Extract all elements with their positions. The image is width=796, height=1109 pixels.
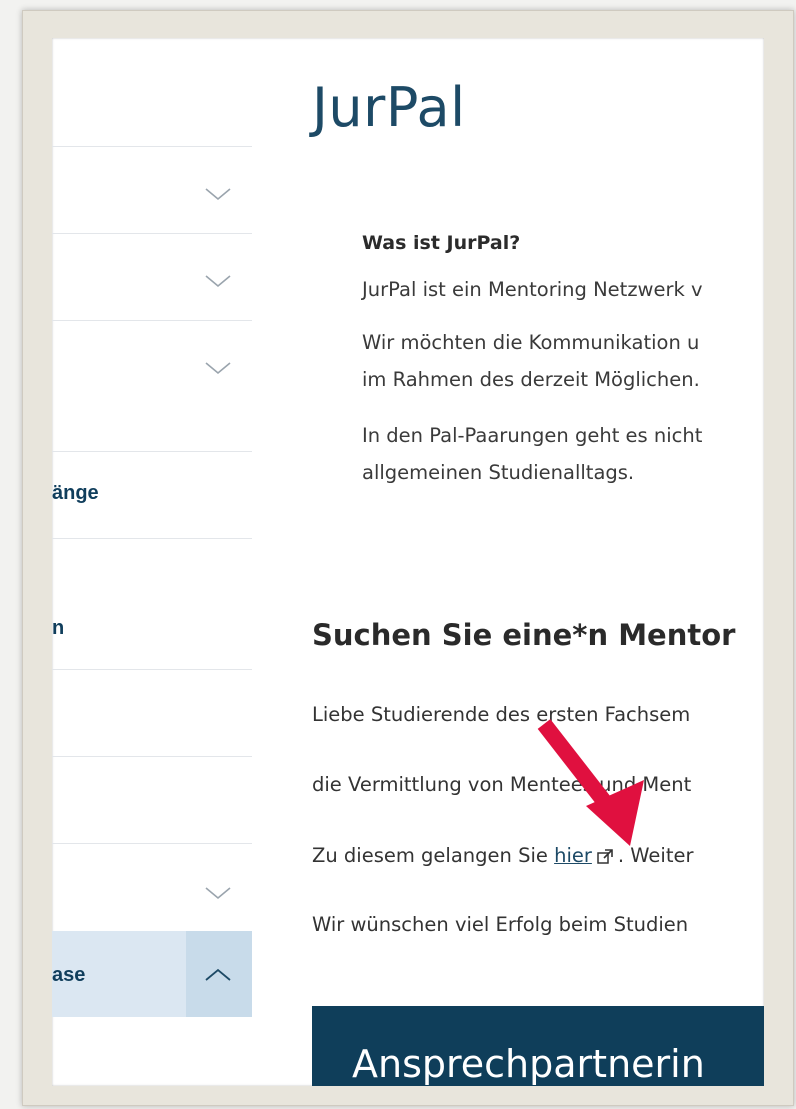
red-arrow-icon xyxy=(537,719,644,846)
info-paragraph: allgemeinen Studienalltags. xyxy=(362,461,635,484)
chevron-down-icon[interactable] xyxy=(204,359,232,379)
nav-item-active-label: ase xyxy=(52,964,86,986)
sidebar-nav: änge n ase xyxy=(52,38,252,1086)
nav-item-2[interactable] xyxy=(52,234,252,320)
chevron-down-icon[interactable] xyxy=(204,884,232,904)
info-paragraph: In den Pal-Paarungen geht es nicht xyxy=(362,424,703,447)
chevron-down-icon[interactable] xyxy=(204,185,232,205)
browser-viewport: änge n ase JurPal Was ist JurPal? JurPal… xyxy=(52,38,764,1086)
nav-item-8[interactable] xyxy=(52,844,252,930)
mentor-text-line: Wir wünschen viel Erfolg beim Studien xyxy=(312,913,689,936)
nav-item-4-label: änge xyxy=(52,482,99,504)
nav-item-5[interactable]: n xyxy=(52,539,252,669)
nav-item-1[interactable] xyxy=(52,147,252,233)
info-paragraph: im Rahmen des derzeit Möglichen. xyxy=(362,368,700,391)
mentor-text-prefix: Zu diesem gelangen Sie xyxy=(312,844,548,867)
nav-item-6[interactable] xyxy=(52,670,252,756)
info-heading: Was ist JurPal? xyxy=(362,232,521,254)
nav-item-7[interactable] xyxy=(52,757,252,843)
nav-item-4[interactable]: änge xyxy=(52,452,252,538)
contact-accordion-label: Ansprechpartnerin xyxy=(352,1042,705,1086)
page-title: JurPal xyxy=(312,76,466,139)
info-paragraph: Wir möchten die Kommunikation u xyxy=(362,331,700,354)
info-paragraph: JurPal ist ein Mentoring Netzwerk v xyxy=(362,278,703,301)
external-link-icon xyxy=(597,848,613,864)
nav-item-5-label: n xyxy=(52,617,65,639)
section-heading-mentor: Suchen Sie eine*n Mentor xyxy=(312,618,736,652)
chevron-up-icon[interactable] xyxy=(204,964,232,984)
chevron-down-icon[interactable] xyxy=(204,272,232,292)
contact-accordion-header[interactable]: Ansprechpartnerin xyxy=(312,1006,764,1086)
nav-item-3[interactable] xyxy=(52,321,252,451)
